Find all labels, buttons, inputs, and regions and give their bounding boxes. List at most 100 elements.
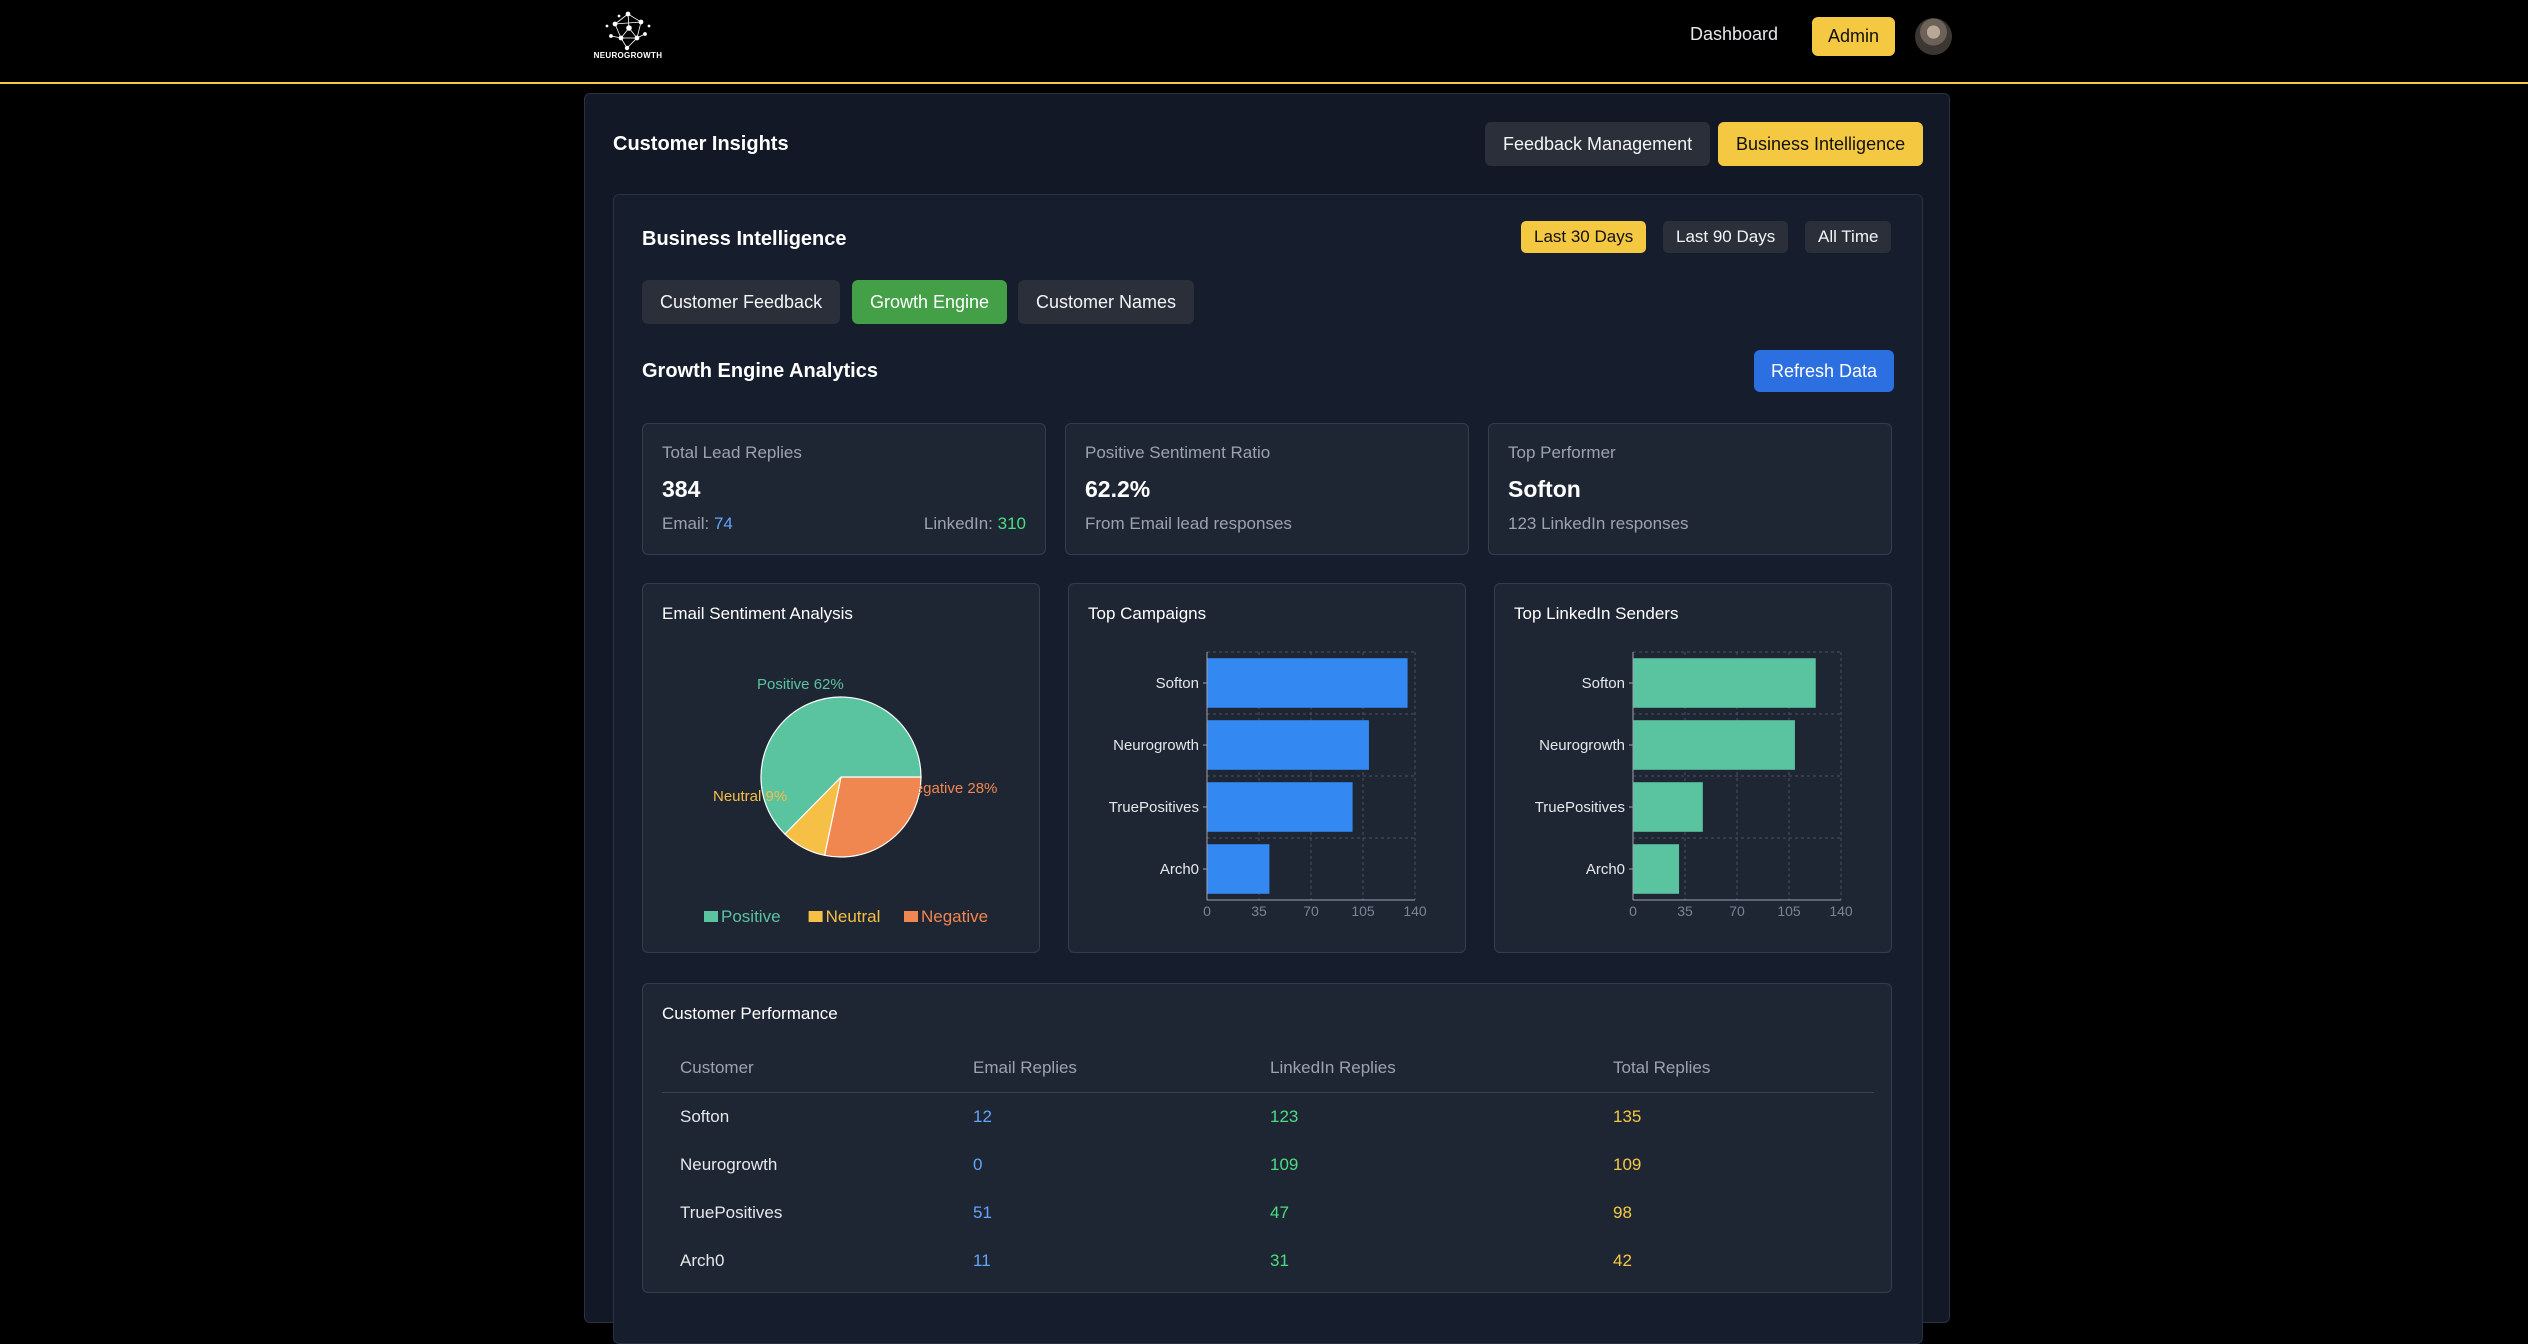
legend-label-positive[interactable]: Positive — [721, 907, 781, 926]
x-tick-label: 35 — [1677, 903, 1693, 919]
nav-admin-button[interactable]: Admin — [1812, 17, 1896, 56]
range-last-30-days-button[interactable]: Last 30 Days — [1521, 221, 1647, 253]
logo-text: NEUROGROWTH — [593, 51, 663, 60]
column-header[interactable]: Customer — [662, 1044, 955, 1093]
linkedin-count: LinkedIn: 310 — [924, 514, 1026, 534]
email-replies-cell: 12 — [973, 1107, 992, 1126]
customer-performance-card: Customer Performance Customer Email Repl… — [642, 983, 1892, 1293]
stat-value: 62.2% — [1085, 476, 1151, 502]
section-title: Business Intelligence — [642, 228, 847, 250]
customer-name-cell: Softon — [680, 1107, 730, 1126]
refresh-data-button[interactable]: Refresh Data — [1754, 350, 1895, 392]
pie-label-positive: Positive 62% — [757, 676, 844, 693]
business-intelligence-section: Business Intelligence Last 30 Days Last … — [613, 194, 1923, 1344]
subtab-customer-names[interactable]: Customer Names — [1018, 280, 1195, 324]
x-tick-label: 0 — [1629, 903, 1637, 919]
y-tick-label: Neurogrowth — [1113, 737, 1199, 754]
bar-arch0[interactable] — [1207, 844, 1270, 894]
table-row[interactable]: Softon 12 123 135 — [662, 1093, 1874, 1142]
table-row[interactable]: Arch0 11 31 42 — [662, 1237, 1874, 1285]
y-tick-label: Arch0 — [1586, 861, 1625, 878]
x-tick-label: 140 — [1403, 903, 1427, 919]
table-row[interactable]: TruePositives 51 47 98 — [662, 1189, 1874, 1237]
bar-softon[interactable] — [1633, 658, 1816, 708]
legend-label-negative[interactable]: Negative — [921, 907, 988, 926]
top-linkedin-senders-chart-card: Top LinkedIn Senders 0 35 70 105 140 Softon Ne… — [1494, 583, 1892, 953]
bar-neurogrowth[interactable] — [1633, 720, 1795, 770]
page-title: Customer Insights — [613, 133, 789, 155]
tab-feedback-management[interactable]: Feedback Management — [1485, 122, 1711, 166]
email-count-label: Email: — [662, 514, 710, 533]
nav-dashboard-link[interactable]: Dashboard — [1690, 24, 1778, 45]
subtab-growth-engine[interactable]: Growth Engine — [852, 280, 1008, 324]
subtab-customer-feedback[interactable]: Customer Feedback — [642, 280, 841, 324]
legend-swatch-neutral — [808, 911, 823, 922]
x-tick-label: 70 — [1729, 903, 1745, 919]
x-tick-label: 35 — [1251, 903, 1267, 919]
total-replies-cell: 109 — [1613, 1155, 1642, 1174]
stat-label: Total Lead Replies — [662, 443, 802, 462]
customer-insights-panel: Customer Insights Feedback Management Bu… — [584, 93, 1950, 1344]
legend-swatch-positive — [704, 911, 718, 922]
table-title: Customer Performance — [662, 1004, 838, 1023]
y-tick-label: TruePositives — [1535, 799, 1625, 816]
customer-name-cell: Neurogrowth — [680, 1155, 778, 1174]
total-replies-cell: 98 — [1613, 1203, 1632, 1222]
email-sentiment-chart-card: Email Sentiment Analysis Positive 62% Neu… — [642, 583, 1040, 953]
column-header[interactable]: LinkedIn Replies — [1252, 1044, 1595, 1093]
customer-name-cell: Arch0 — [680, 1251, 725, 1270]
y-tick-label: Arch0 — [1160, 861, 1199, 878]
sentiment-pie-chart: Positive 62% Neutral 9% Negative 28% Positi… — [704, 676, 997, 926]
growth-engine-title: Growth Engine Analytics — [642, 360, 878, 382]
table-row[interactable]: Neurogrowth 0 109 109 — [662, 1141, 1874, 1189]
range-last-90-days-button[interactable]: Last 90 Days — [1663, 221, 1789, 253]
bar-softon[interactable] — [1207, 658, 1408, 708]
email-count-value: 74 — [713, 514, 733, 533]
column-header[interactable]: Email Replies — [955, 1044, 1252, 1093]
user-avatar[interactable] — [1915, 18, 1952, 55]
bar-neurogrowth[interactable] — [1207, 720, 1369, 770]
total-replies-cell: 42 — [1613, 1251, 1632, 1270]
stat-subtext: From Email lead responses — [1085, 514, 1292, 533]
top-campaigns-bar-chart: 0 35 70 105 140 Softon Neurogrowth TruePositive… — [1109, 651, 1427, 919]
customer-name-cell: TruePositives — [680, 1203, 783, 1222]
customer-performance-table: Customer Email Replies LinkedIn Replies … — [662, 1044, 1874, 1285]
linkedin-replies-cell: 31 — [1270, 1251, 1289, 1270]
email-replies-cell: 0 — [973, 1155, 983, 1174]
stat-card-positive-sentiment: Positive Sentiment Ratio 62.2% From Emai… — [1065, 423, 1469, 555]
stat-value: Softon — [1508, 476, 1581, 502]
bar-truepositives[interactable] — [1207, 782, 1353, 832]
x-tick-label: 0 — [1203, 903, 1211, 919]
linkedin-replies-cell: 109 — [1270, 1155, 1299, 1174]
pie-label-negative: Negative 28% — [904, 780, 997, 797]
range-all-time-button[interactable]: All Time — [1805, 221, 1892, 253]
email-replies-cell: 51 — [973, 1203, 992, 1222]
y-tick-label: TruePositives — [1109, 799, 1199, 816]
top-campaigns-chart-card: Top Campaigns 0 35 70 105 140 Softon Neurogrow… — [1068, 583, 1466, 953]
linkedin-replies-cell: 123 — [1270, 1107, 1299, 1126]
y-tick-label: Neurogrowth — [1539, 737, 1625, 754]
x-tick-label: 105 — [1777, 903, 1801, 919]
legend-label-neutral[interactable]: Neutral — [826, 907, 881, 926]
stat-card-total-lead-replies: Total Lead Replies 384 Email: 74 LinkedI… — [642, 423, 1046, 555]
total-replies-cell: 135 — [1613, 1107, 1642, 1126]
stat-card-top-performer: Top Performer Softon 123 LinkedIn respon… — [1488, 423, 1892, 555]
bar-arch0[interactable] — [1633, 844, 1680, 894]
stat-label: Positive Sentiment Ratio — [1085, 443, 1271, 462]
stat-subtext: 123 LinkedIn responses — [1508, 514, 1689, 533]
tab-business-intelligence[interactable]: Business Intelligence — [1718, 122, 1924, 166]
top-linkedin-senders-bar-chart: 0 35 70 105 140 Softon Neurogrowth TruePositive… — [1535, 651, 1853, 919]
y-tick-label: Softon — [1156, 675, 1199, 692]
stat-value: 384 — [662, 476, 701, 502]
legend-swatch-negative — [904, 911, 918, 922]
bar-truepositives[interactable] — [1633, 782, 1703, 832]
email-replies-cell: 11 — [973, 1251, 991, 1270]
x-tick-label: 105 — [1351, 903, 1375, 919]
top-navbar: NEUROGROWTH Dashboard Admin — [0, 0, 2528, 84]
email-count: Email: 74 — [662, 514, 733, 534]
stat-label: Top Performer — [1508, 443, 1616, 462]
x-tick-label: 70 — [1303, 903, 1319, 919]
column-header[interactable]: Total Replies — [1595, 1044, 1874, 1093]
linkedin-count-label: LinkedIn: — [923, 514, 993, 533]
table-header-row: Customer Email Replies LinkedIn Replies … — [662, 1044, 1874, 1093]
